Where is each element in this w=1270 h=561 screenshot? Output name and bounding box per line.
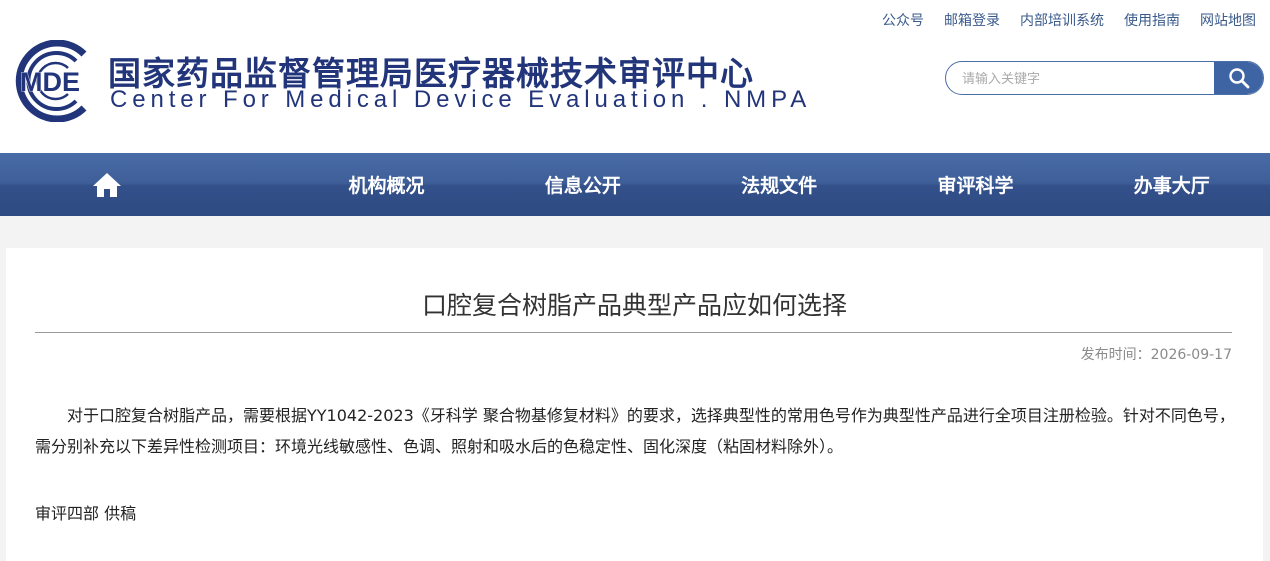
- nav-item-review-science[interactable]: 审评科学: [877, 153, 1073, 216]
- top-link-guide[interactable]: 使用指南: [1124, 10, 1180, 30]
- nav-item-regulations[interactable]: 法规文件: [681, 153, 877, 216]
- title-divider: [35, 332, 1232, 333]
- mde-logo[interactable]: MDE: [6, 40, 98, 122]
- search-box: [945, 61, 1264, 95]
- nav-item-home[interactable]: [0, 153, 288, 216]
- publish-date: 2026-09-17: [1150, 347, 1232, 363]
- nav-item-about[interactable]: 机构概况: [288, 153, 484, 216]
- search-input[interactable]: [946, 62, 1214, 94]
- article-title: 口腔复合树脂产品典型产品应如何选择: [421, 291, 847, 320]
- article-panel: 口腔复合树脂产品典型产品应如何选择 发布时间：2026-09-17 对于口腔复合…: [6, 248, 1263, 561]
- nav-item-service-hall[interactable]: 办事大厅: [1074, 153, 1270, 216]
- home-icon: [93, 172, 121, 197]
- article-author: 审评四部 供稿: [35, 504, 137, 523]
- top-link-wechat[interactable]: 公众号: [882, 10, 924, 30]
- article-body: 对于口腔复合树脂产品，需要根据YY1042-2023《牙科学 聚合物基修复材料》…: [35, 406, 1235, 456]
- publish-meta: 发布时间：2026-09-17: [1081, 344, 1232, 364]
- nav-item-info-disclosure[interactable]: 信息公开: [485, 153, 681, 216]
- top-links: 公众号 邮箱登录 内部培训系统 使用指南 网站地图: [882, 10, 1256, 30]
- search-button[interactable]: [1214, 62, 1263, 94]
- top-link-sitemap[interactable]: 网站地图: [1200, 10, 1256, 30]
- main-nav: 机构概况 信息公开 法规文件 审评科学 办事大厅: [0, 153, 1270, 216]
- logo-text: MDE: [20, 67, 80, 97]
- top-link-training-system[interactable]: 内部培训系统: [1020, 10, 1104, 30]
- site-header: 公众号 邮箱登录 内部培训系统 使用指南 网站地图 MDE 国家药品监督管理局医…: [0, 0, 1270, 153]
- site-subtitle: Center For Medical Device Evaluation . N…: [110, 86, 812, 113]
- top-link-mail-login[interactable]: 邮箱登录: [944, 10, 1000, 30]
- publish-label: 发布时间：: [1080, 347, 1151, 363]
- search-icon: [1228, 68, 1249, 89]
